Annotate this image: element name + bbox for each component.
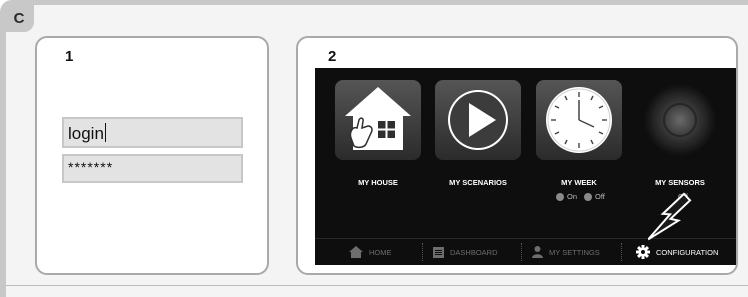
step-1-panel: 1 login ******* <box>35 36 269 275</box>
dashboard-icon <box>433 246 444 258</box>
login-value: login <box>68 124 104 143</box>
password-field[interactable]: ******* <box>62 154 243 183</box>
text-caret <box>104 123 106 142</box>
password-value: ******* <box>68 159 114 175</box>
clock-icon <box>546 87 612 153</box>
step-2-number: 2 <box>328 48 337 65</box>
login-field[interactable]: login <box>62 117 243 148</box>
my-week-label: MY WEEK <box>561 178 597 187</box>
frame-divider <box>6 285 748 286</box>
user-icon <box>532 246 543 258</box>
nav-home-label: HOME <box>369 247 392 257</box>
week-off-label: Off <box>595 192 605 201</box>
nav-my-settings[interactable]: MY SETTINGS <box>522 239 621 265</box>
nav-dashboard[interactable]: DASHBOARD <box>423 239 521 265</box>
step-2-panel: 2 MY HOUSE MY SCENARIOS MY WEEK MY SENSO… <box>296 36 738 275</box>
play-icon <box>448 90 508 150</box>
my-house-label: MY HOUSE <box>358 178 398 187</box>
step-1-number: 1 <box>65 48 74 65</box>
week-on-option[interactable]: On <box>556 192 577 201</box>
my-scenarios-label: MY SCENARIOS <box>449 178 507 187</box>
my-house-tile[interactable] <box>335 80 421 160</box>
my-sensors-tile[interactable] <box>637 80 723 160</box>
my-week-toggle: On Off <box>556 192 612 201</box>
house-hand-icon <box>345 87 411 150</box>
pointer-arrow-icon <box>648 192 692 241</box>
week-off-option[interactable]: Off <box>584 192 605 201</box>
my-week-tile[interactable] <box>536 80 622 160</box>
my-scenarios-tile[interactable] <box>435 80 521 160</box>
sensor-glow-icon <box>644 84 716 156</box>
section-letter: C <box>4 4 34 32</box>
nav-dashboard-label: DASHBOARD <box>450 247 498 257</box>
nav-home[interactable]: HOME <box>315 239 422 265</box>
radio-icon <box>584 192 593 201</box>
radio-icon <box>556 192 564 201</box>
my-sensors-label: MY SENSORS <box>655 178 705 187</box>
week-on-label: On <box>567 192 578 201</box>
home-icon <box>349 246 363 258</box>
nav-settings-label: MY SETTINGS <box>549 247 600 257</box>
